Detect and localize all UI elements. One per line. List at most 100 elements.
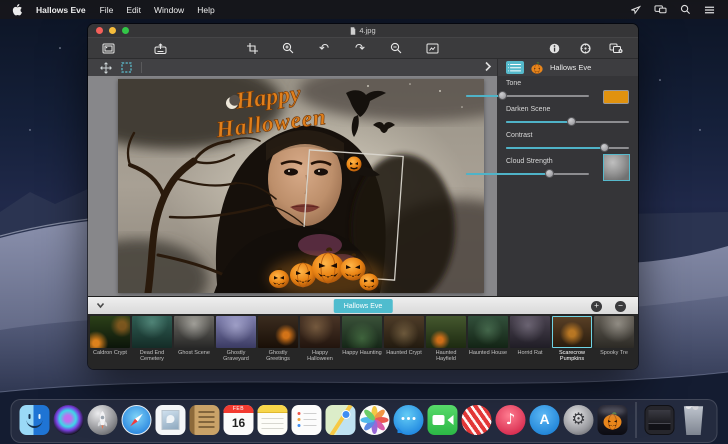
redo-button[interactable]: ↷: [348, 39, 372, 57]
tone-color-swatch[interactable]: [603, 90, 629, 104]
remove-collection-button[interactable]: −: [615, 300, 626, 312]
rocket-icon: [97, 411, 108, 429]
filter-thumbnail[interactable]: Ghost Scene: [174, 316, 214, 369]
finder-dock-icon[interactable]: [19, 405, 50, 435]
undo-button[interactable]: ↶: [312, 39, 336, 57]
launchpad-dock-icon[interactable]: [87, 405, 118, 435]
menu-file[interactable]: File: [100, 5, 114, 15]
filter-thumbnail[interactable]: Caldron Crypt: [90, 316, 130, 369]
thumbnail-image[interactable]: [426, 316, 466, 348]
spotlight-icon[interactable]: [680, 4, 691, 15]
system-preferences-dock-icon[interactable]: ⚙: [563, 405, 594, 435]
trash-dock-icon[interactable]: [683, 406, 704, 435]
cloud-texture-swatch[interactable]: [603, 154, 630, 181]
thumbnail-image[interactable]: [300, 316, 340, 348]
menu-edit[interactable]: Edit: [126, 5, 141, 15]
facetime-dock-icon[interactable]: [427, 405, 458, 435]
thumbnail-image[interactable]: [216, 316, 256, 348]
filter-thumbnail[interactable]: Haunted Crypt: [384, 316, 424, 369]
thumbnail-image[interactable]: [174, 316, 214, 348]
filter-thumbnail-selected[interactable]: Scarecrow Pumpkins: [552, 316, 592, 369]
slider-label-darken-scene: Darken Scene: [506, 106, 551, 113]
fit-image-button[interactable]: [420, 39, 444, 57]
photos-dock-icon[interactable]: [359, 405, 390, 435]
canvas-image[interactable]: Happy Halloween: [118, 79, 484, 293]
darken-scene-slider[interactable]: [506, 117, 629, 126]
save-export-button[interactable]: [148, 39, 172, 57]
thumbnail-image[interactable]: [594, 316, 634, 348]
filter-thumbnail[interactable]: Happy Halloween: [300, 316, 340, 369]
filter-thumbnail[interactable]: Spooky Tre: [594, 316, 634, 369]
title-bar[interactable]: 4.jpg: [88, 24, 638, 37]
thumbnail-image[interactable]: [258, 316, 298, 348]
filter-thumbnail[interactable]: Haunted House: [468, 316, 508, 369]
thumbnail-image[interactable]: [552, 316, 592, 348]
cursor-arrow-icon[interactable]: [630, 4, 641, 15]
menu-app-name[interactable]: Hallows Eve: [36, 5, 86, 15]
app-window: 4.jpg ↶ ↷ Hallows Eve Happy Halloween To…: [88, 24, 638, 369]
menu-bar: Hallows Eve File Edit Window Help: [0, 0, 728, 19]
contacts-dock-icon[interactable]: [189, 405, 220, 435]
filmstrip-header: Hallows Eve + −: [88, 296, 638, 314]
dock-divider: [635, 402, 637, 438]
messages-dock-icon[interactable]: [393, 405, 424, 435]
list-view-button[interactable]: [506, 61, 524, 74]
siri-dock-icon[interactable]: [53, 405, 84, 435]
marquee-select-tool-button[interactable]: [121, 62, 132, 73]
apple-menu[interactable]: [12, 3, 22, 16]
cloud-strength-slider[interactable]: [466, 169, 589, 178]
filter-thumbnail[interactable]: Haunted Hayfield: [426, 316, 466, 369]
menu-window[interactable]: Window: [154, 5, 184, 15]
notes-dock-icon[interactable]: [257, 405, 288, 435]
calendar-dock-icon[interactable]: FEB 16: [223, 405, 254, 435]
filter-thumbnail[interactable]: Horrid Rat: [510, 316, 550, 369]
news-dock-icon[interactable]: [461, 405, 492, 435]
thumbnail-image[interactable]: [510, 316, 550, 348]
toolrow-divider: [141, 62, 142, 73]
displays-icon[interactable]: [654, 4, 667, 15]
downloads-stack-dock-icon[interactable]: [644, 405, 675, 435]
info-button[interactable]: [542, 39, 566, 57]
thumbnail-image[interactable]: [468, 316, 508, 348]
cloud-strength-slider-thumb[interactable]: [545, 169, 555, 178]
collapse-filmstrip-button[interactable]: [96, 302, 105, 309]
tool-options-row: Hallows Eve: [88, 59, 638, 76]
settings-button[interactable]: [573, 39, 597, 57]
notification-center-icon[interactable]: [704, 5, 715, 15]
menu-help[interactable]: Help: [197, 5, 214, 15]
filter-thumbnail[interactable]: Ghostly Graveyard: [216, 316, 256, 369]
tone-slider[interactable]: [466, 91, 589, 100]
app-store-dock-icon[interactable]: A: [529, 405, 560, 435]
zoom-in-button[interactable]: [276, 39, 300, 57]
thumbnail-image[interactable]: [90, 316, 130, 348]
toolbar: ↶ ↷: [88, 37, 638, 59]
zoom-out-button[interactable]: [384, 39, 408, 57]
collection-button[interactable]: Hallows Eve: [333, 299, 393, 313]
collapse-panel-button[interactable]: [484, 60, 492, 73]
filter-thumbnail[interactable]: Happy Haunting: [342, 316, 382, 369]
music-dock-icon[interactable]: ♪: [495, 405, 526, 435]
filter-thumbnail[interactable]: Ghostly Greetings: [258, 316, 298, 369]
contrast-slider[interactable]: [506, 143, 629, 152]
filter-thumbnail[interactable]: Dead End Cemetery: [132, 316, 172, 369]
tone-slider-thumb[interactable]: [498, 91, 508, 100]
move-tool-button[interactable]: [100, 61, 112, 74]
mail-dock-icon[interactable]: [155, 405, 186, 435]
hallows-eve-dock-icon[interactable]: [597, 405, 628, 435]
maps-dock-icon[interactable]: [325, 405, 356, 435]
thumbnail-image[interactable]: [132, 316, 172, 348]
canvas-area: Happy Halloween: [88, 76, 497, 296]
crop-button[interactable]: [240, 39, 264, 57]
slider-label-tone: Tone: [506, 80, 522, 87]
darken-scene-slider-thumb[interactable]: [566, 117, 576, 126]
thumbnail-image[interactable]: [384, 316, 424, 348]
pumpkin-app-icon: [603, 412, 622, 430]
add-collection-button[interactable]: +: [591, 300, 602, 312]
effects-button[interactable]: [604, 39, 628, 57]
thumbnail-image[interactable]: [342, 316, 382, 348]
reminders-dock-icon[interactable]: [291, 405, 322, 435]
contrast-slider-thumb[interactable]: [599, 143, 609, 152]
safari-dock-icon[interactable]: [121, 405, 152, 435]
open-image-button[interactable]: [96, 39, 120, 57]
pumpkin-icon: [531, 61, 543, 74]
